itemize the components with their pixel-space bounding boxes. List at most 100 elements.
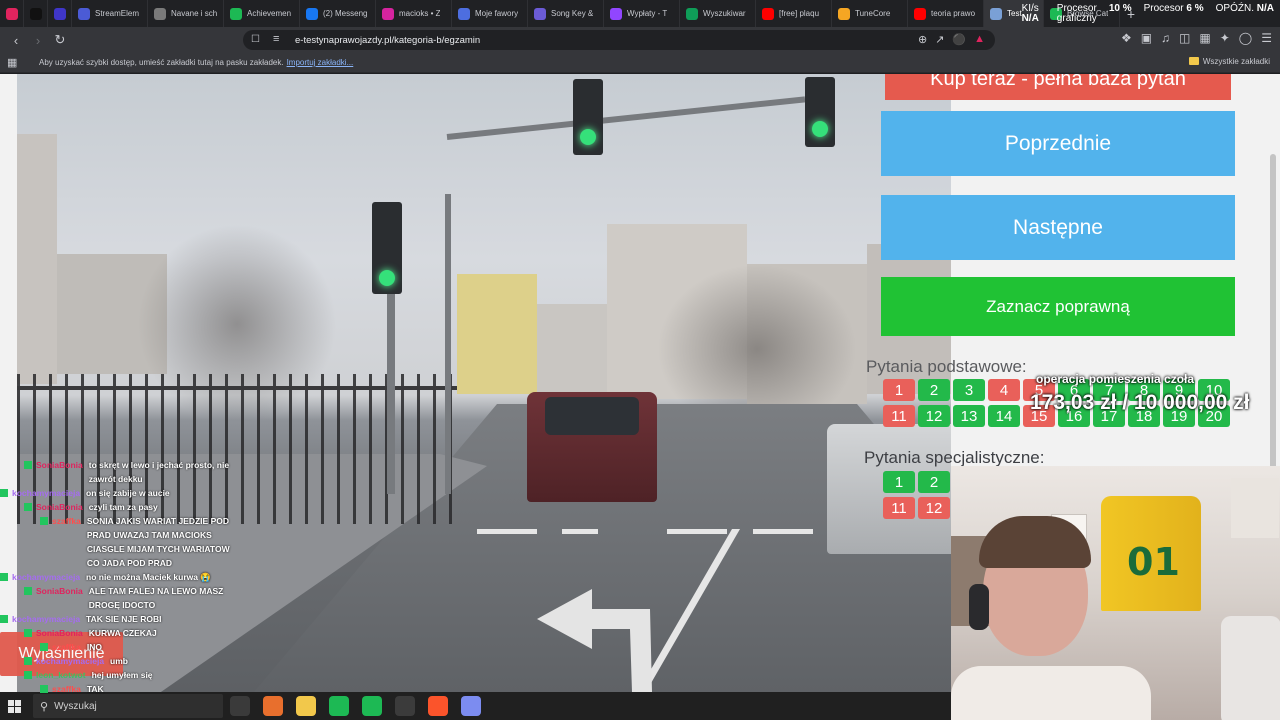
chat-username: szaffka	[52, 684, 81, 694]
import-bookmarks-link[interactable]: Importuj zakładki...	[287, 58, 354, 67]
browser-tab[interactable]: teoria prawo	[908, 0, 984, 27]
hw-gpu-value-text: 10 %	[1108, 3, 1132, 14]
question-number-button[interactable]: 4	[988, 379, 1020, 401]
chat-badge-icon	[24, 657, 32, 665]
hw-cpu: Procesor 6 %	[1138, 0, 1210, 14]
spotify-icon[interactable]	[329, 696, 349, 716]
question-number-button[interactable]: 11	[883, 405, 915, 427]
car-window	[545, 397, 639, 435]
obs-icon[interactable]	[395, 696, 415, 716]
chat-message: szaffka INO	[40, 640, 102, 654]
special-question-number-button[interactable]: 12	[918, 497, 950, 519]
question-number-button[interactable]: 3	[953, 379, 985, 401]
chat-badge-icon	[0, 573, 8, 581]
chat-message: kochamymacieja no nie można Maciek kurwa …	[0, 570, 211, 584]
hw-gpu-label: Procesor graficzny	[1056, 3, 1097, 24]
building-mid	[537, 304, 607, 394]
previous-button[interactable]: Poprzednie	[881, 111, 1235, 176]
chat-username: szaffka	[52, 642, 81, 652]
pinned-tab[interactable]	[48, 0, 72, 27]
twitch-icon	[610, 7, 622, 20]
brave-rewards-icon[interactable]: ▲	[974, 33, 985, 46]
donation-goal-overlay: operacja pomieszenia czoła 173,03 zł / 1…	[1030, 372, 1250, 415]
chat-message: szaffka TAK	[40, 682, 104, 696]
webcam-overlay: 01	[951, 466, 1280, 720]
bookmarks-hint: Aby uzyskać szybki dostęp, umieść zakład…	[39, 58, 284, 67]
chat-username: SoniaBonia	[36, 502, 83, 512]
site-icon	[990, 7, 1002, 20]
share-icon[interactable]: ↗	[935, 33, 944, 46]
k-logo-icon	[230, 7, 242, 20]
special-question-number-button[interactable]: 1	[883, 471, 915, 493]
tab-label: Wyszukiwar	[703, 9, 746, 18]
tab-label: TuneCore	[855, 9, 891, 18]
taskbar-search-placeholder[interactable]: Wyszukaj	[54, 701, 97, 712]
chat-text: TAK	[86, 684, 104, 694]
forward-arrow-icon[interactable]: ›	[28, 30, 48, 50]
chat-badge-icon	[40, 643, 48, 651]
tab-label: Achievemen	[247, 9, 292, 18]
browser-tab[interactable]: Achievemen	[224, 0, 300, 27]
reload-icon[interactable]: ↻	[50, 30, 70, 50]
tab-label: teoria prawo	[931, 9, 976, 18]
streamelements-icon	[78, 7, 90, 20]
folder-icon[interactable]	[296, 696, 316, 716]
mark-correct-button[interactable]: Zaznacz poprawną	[881, 277, 1235, 336]
chat-badge-icon	[24, 629, 32, 637]
tunecore-icon	[838, 7, 850, 20]
browser-tab[interactable]: Wypłaty - T	[604, 0, 680, 27]
apps-grid-icon[interactable]: ▦	[7, 56, 19, 69]
site-info-icon[interactable]: ≡	[273, 33, 279, 45]
bookmark-outline-icon[interactable]: ☐	[251, 34, 263, 46]
jersey-number: 01	[1127, 540, 1180, 584]
brave-shield-icon[interactable]: ⚫	[952, 33, 966, 46]
address-bar[interactable]: ☐ ≡ e-testynaprawojazdy.pl/kategoria-b/e…	[243, 30, 995, 50]
brave-icon[interactable]	[428, 696, 448, 716]
pinned-tab[interactable]	[0, 0, 24, 27]
next-button[interactable]: Następne	[881, 195, 1235, 260]
pinned-tab[interactable]	[24, 0, 48, 27]
question-number-button[interactable]: 2	[918, 379, 950, 401]
back-arrow-icon[interactable]: ‹	[6, 30, 26, 50]
hw-ki-value: N/A	[1021, 13, 1039, 24]
lane-mark	[562, 529, 598, 534]
chat-text: no nie można Maciek kurwa 😭	[86, 572, 211, 582]
all-bookmarks-button[interactable]: Wszystkie zakładki	[1188, 57, 1270, 66]
zoom-icon[interactable]: ⊕	[918, 33, 927, 46]
browser-tab[interactable]: Navane i sch	[148, 0, 224, 27]
chat-app-icon[interactable]	[362, 696, 382, 716]
chat-badge-icon	[24, 587, 32, 595]
special-question-number-button[interactable]: 11	[883, 497, 915, 519]
special-question-number-button[interactable]: 2	[918, 471, 950, 493]
browser-tab[interactable]: macioks • Z	[376, 0, 452, 27]
browser-tab[interactable]: [free] plaqu	[756, 0, 832, 27]
app-orange-icon[interactable]	[263, 696, 283, 716]
browser-tab[interactable]: StreamElem	[72, 0, 148, 27]
signal-arm	[446, 96, 806, 140]
buy-now-button[interactable]: Kup teraz - pełna baza pytań	[885, 74, 1231, 100]
task-view-icon[interactable]	[230, 696, 250, 716]
chat-message: kochamymacieja TAK SIE NJE ROBI	[0, 612, 161, 626]
chat-username: kochamymacieja	[12, 488, 81, 498]
building-yellow	[457, 274, 537, 394]
green-arrow-lamp	[379, 270, 395, 286]
green-arrow-lamp-top	[580, 129, 596, 145]
pen-app-icon[interactable]	[461, 696, 481, 716]
chat-message: leon_kotwot hej umyłem się	[24, 668, 153, 682]
browser-tab[interactable]: Wyszukiwar	[680, 0, 756, 27]
question-number-button[interactable]: 12	[918, 405, 950, 427]
facebook-icon	[306, 7, 318, 20]
browser-tab[interactable]: Song Key &	[528, 0, 604, 27]
question-number-button[interactable]: 13	[953, 405, 985, 427]
special-questions-title: Pytania specjalistyczne:	[864, 448, 1045, 467]
lane-mark	[477, 529, 537, 534]
question-number-button[interactable]: 14	[988, 405, 1020, 427]
url-text[interactable]: e-testynaprawojazdy.pl/kategoria-b/egzam…	[295, 35, 480, 46]
question-number-button[interactable]: 1	[883, 379, 915, 401]
browser-tab[interactable]: (2) Messeng	[300, 0, 376, 27]
chat-badge-icon	[40, 517, 48, 525]
hw-lat-label: OPÓŹN.	[1215, 3, 1254, 14]
browser-tab[interactable]: TuneCore	[832, 0, 908, 27]
browser-tab[interactable]: Moje fawory	[452, 0, 528, 27]
youtube-icon	[762, 7, 774, 20]
